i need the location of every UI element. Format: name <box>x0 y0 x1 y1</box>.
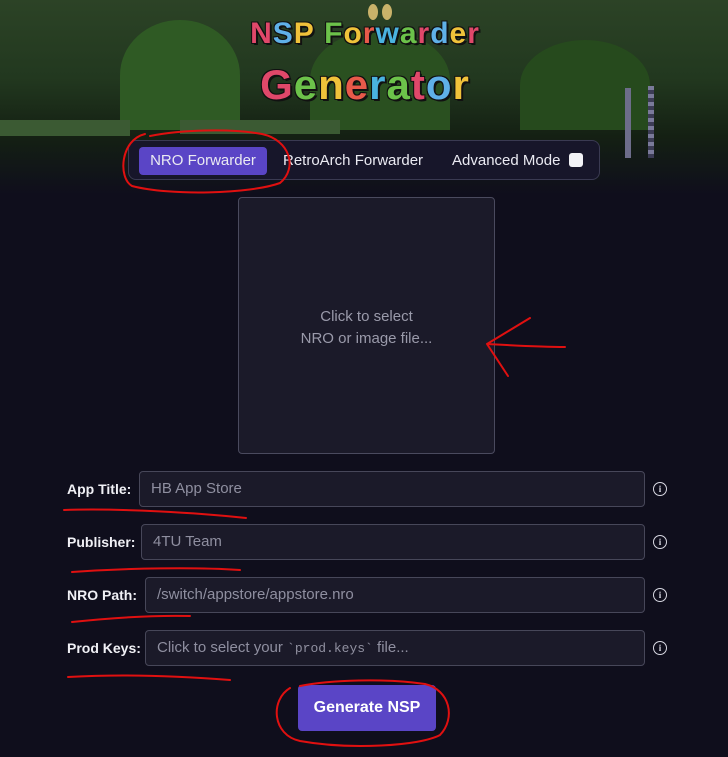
tab-nro-forwarder[interactable]: NRO Forwarder <box>139 147 267 175</box>
logo-letter: r <box>417 17 431 50</box>
banner-pole <box>648 86 654 158</box>
advanced-mode-checkbox[interactable] <box>569 153 583 167</box>
nro-path-input[interactable]: /switch/appstore/appstore.nro <box>145 577 645 613</box>
logo-letter: P <box>293 17 315 50</box>
prod-keys-filename: `prod.keys` <box>287 641 373 656</box>
logo-letter <box>315 14 324 54</box>
info-icon[interactable]: i <box>653 641 667 655</box>
logo-letter: n <box>318 61 345 108</box>
dropzone-line1: Click to select <box>320 308 413 325</box>
logo-letter: N <box>250 17 273 50</box>
annotation-underline-prod-keys <box>67 674 231 681</box>
prod-keys-file-picker[interactable]: Click to select your `prod.keys` file... <box>145 630 645 666</box>
logo-letter: r <box>452 61 470 108</box>
logo-letter: a <box>386 61 411 108</box>
logo-letter: a <box>399 17 418 50</box>
tab-advanced-mode[interactable]: Advanced Mode <box>452 147 560 175</box>
annotation-underline-app-title <box>63 508 247 519</box>
info-icon[interactable]: i <box>653 588 667 602</box>
banner-ledge <box>0 120 130 136</box>
logo-letter: r <box>369 61 387 108</box>
prod-keys-prefix: Click to select your <box>157 639 288 656</box>
prod-keys-row: Prod Keys: Click to select your `prod.ke… <box>0 630 728 668</box>
app-title-row: App Title: HB App Store i <box>0 471 728 509</box>
annotation-arrow <box>486 317 566 377</box>
logo-letter: r <box>467 17 480 50</box>
publisher-label: Publisher: <box>67 534 136 550</box>
logo-letter: e <box>344 61 370 108</box>
logo-letter: o <box>425 61 453 108</box>
prod-keys-label: Prod Keys: <box>67 640 141 656</box>
annotation-underline-nro-path <box>71 614 191 623</box>
banner-pole <box>625 88 631 158</box>
prod-keys-suffix: file... <box>372 639 409 656</box>
logo-letter: d <box>430 17 450 50</box>
dropzone-line2: NRO or image file... <box>300 330 433 347</box>
annotation-underline-publisher <box>71 567 241 573</box>
logo-letter: w <box>375 17 400 50</box>
logo-letter: r <box>362 17 376 50</box>
app-title-input[interactable]: HB App Store <box>139 471 645 507</box>
mode-tabs: NRO Forwarder RetroArch Forwarder Advanc… <box>128 140 600 180</box>
logo-letter: e <box>293 61 319 108</box>
publisher-row: Publisher: 4TU Team i <box>0 524 728 562</box>
logo-letter: G <box>260 61 294 108</box>
info-icon[interactable]: i <box>653 482 667 496</box>
logo-title-line2: Generator <box>210 58 520 112</box>
nro-path-label: NRO Path: <box>67 587 137 603</box>
page: NSP Forwarder Generator NRO Forwarder Re… <box>0 0 728 757</box>
banner-ledge <box>180 120 340 134</box>
logo-letter: t <box>410 61 426 108</box>
nro-path-row: NRO Path: /switch/appstore/appstore.nro … <box>0 577 728 615</box>
dropzone-text: Click to select NRO or image file... <box>239 306 494 350</box>
logo-letter: e <box>449 17 468 50</box>
info-icon[interactable]: i <box>653 535 667 549</box>
tab-retroarch-forwarder[interactable]: RetroArch Forwarder <box>283 147 423 175</box>
logo-title-line1: NSP Forwarder <box>210 14 520 54</box>
logo-letter: F <box>324 17 344 50</box>
generate-nsp-button[interactable]: Generate NSP <box>298 685 436 731</box>
publisher-input[interactable]: 4TU Team <box>141 524 645 560</box>
app-logo: NSP Forwarder Generator <box>210 14 520 112</box>
file-dropzone[interactable]: Click to select NRO or image file... <box>238 197 495 454</box>
app-title-label: App Title: <box>67 481 132 497</box>
logo-letter: S <box>272 17 294 50</box>
logo-letter: o <box>343 17 363 50</box>
